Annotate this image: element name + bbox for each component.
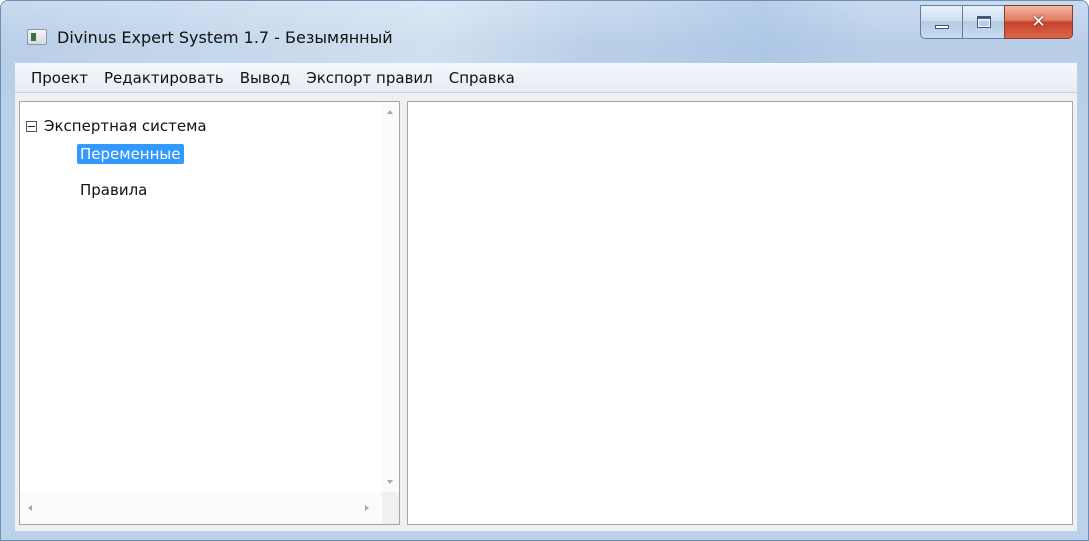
tree-root-label[interactable]: Экспертная система: [41, 116, 210, 136]
horizontal-scrollbar[interactable]: [20, 492, 383, 524]
scroll-up-arrow-icon[interactable]: [387, 110, 393, 114]
app-window: Divinus Expert System 1.7 - Безымянный ✕…: [0, 0, 1089, 541]
menu-help[interactable]: Справка: [441, 66, 523, 90]
tree-node-rules-label[interactable]: Правила: [77, 180, 150, 200]
menu-output[interactable]: Вывод: [232, 66, 299, 90]
caption-buttons: ✕: [920, 5, 1073, 41]
client-area: Экспертная система Переменные Правила: [15, 93, 1077, 531]
scroll-right-arrow-icon[interactable]: [365, 505, 369, 511]
tree-content: Экспертная система Переменные Правила: [20, 102, 383, 492]
tree-node-variables-label[interactable]: Переменные: [77, 144, 184, 164]
vertical-scrollbar[interactable]: [382, 102, 399, 492]
content-panel[interactable]: [407, 101, 1073, 525]
tree-root-row[interactable]: Экспертная система: [26, 116, 210, 136]
tree-node-rules[interactable]: Правила: [77, 180, 150, 200]
menu-project[interactable]: Проект: [23, 66, 96, 90]
minimize-icon: [934, 25, 949, 29]
scroll-left-arrow-icon[interactable]: [28, 505, 32, 511]
scrollbar-corner: [382, 492, 399, 524]
close-button[interactable]: ✕: [1004, 5, 1073, 39]
maximize-icon: [976, 16, 991, 28]
tree-view[interactable]: Экспертная система Переменные Правила: [19, 101, 400, 525]
close-icon: ✕: [1031, 12, 1046, 32]
app-icon[interactable]: [27, 29, 47, 45]
tree-node-variables[interactable]: Переменные: [77, 144, 184, 164]
maximize-button[interactable]: [962, 5, 1004, 39]
minimize-button[interactable]: [920, 5, 962, 39]
window-title: Divinus Expert System 1.7 - Безымянный: [57, 28, 393, 47]
menu-export-rules[interactable]: Экспорт правил: [298, 66, 441, 90]
collapse-minus-icon[interactable]: [26, 120, 37, 132]
menu-edit[interactable]: Редактировать: [96, 66, 232, 90]
menu-bar: Проект Редактировать Вывод Экспорт прави…: [15, 63, 1077, 93]
scroll-down-arrow-icon[interactable]: [387, 480, 393, 484]
